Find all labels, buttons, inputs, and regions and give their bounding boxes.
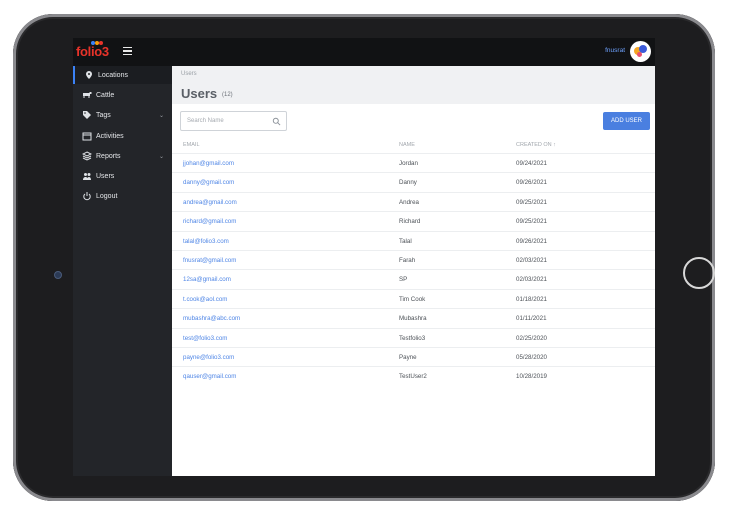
user-name-cell: Danny xyxy=(399,179,417,187)
search-icon[interactable] xyxy=(272,117,281,126)
user-name-cell: SP xyxy=(399,276,408,284)
user-email-cell[interactable]: mubashra@abc.com xyxy=(183,315,240,322)
tag-icon xyxy=(82,110,92,120)
user-email-cell[interactable]: test@folio3.com xyxy=(183,335,227,342)
logo: folio3 xyxy=(76,44,109,59)
cattle-icon xyxy=(82,90,92,100)
sidebar-item-label: Activities xyxy=(96,132,124,140)
home-button[interactable] xyxy=(683,257,715,289)
table-row[interactable]: talal@folio3.com Talal 09/26/2021 xyxy=(172,230,655,250)
search-input[interactable]: Search Name xyxy=(180,111,287,131)
user-email-cell[interactable]: danny@gmail.com xyxy=(183,179,234,186)
location-pin-icon xyxy=(84,70,94,80)
table-row[interactable]: test@folio3.com Testfolio3 02/25/2020 xyxy=(172,327,655,347)
created-date-cell: 02/03/2021 xyxy=(516,257,547,264)
column-header-email[interactable]: EMAIL xyxy=(183,142,200,148)
search-placeholder: Search Name xyxy=(187,118,224,124)
user-name-cell: Payne xyxy=(399,354,417,361)
layers-icon xyxy=(81,151,93,161)
user-name-cell: Richard xyxy=(399,218,421,226)
breadcrumb[interactable]: Users xyxy=(181,71,197,77)
user-name[interactable]: fnusrat xyxy=(605,47,625,54)
created-date-cell: 09/25/2021 xyxy=(516,198,547,206)
user-name-cell: TestUser2 xyxy=(399,373,427,381)
user-email-cell[interactable]: jjohan@gmail.com xyxy=(183,160,234,167)
table-row[interactable]: jjohan@gmail.com Jordan 09/24/2021 xyxy=(172,153,655,172)
power-icon xyxy=(82,191,92,201)
user-email-cell[interactable]: talal@folio3.com xyxy=(183,238,229,245)
user-email-cell[interactable]: payne@folio3.com xyxy=(183,354,234,361)
user-name-cell: Testfolio3 xyxy=(399,334,426,342)
hamburger-menu-icon[interactable] xyxy=(123,47,132,56)
sidebar-item-users[interactable]: Users xyxy=(73,167,172,185)
avatar[interactable] xyxy=(630,41,651,62)
created-date-cell: 10/28/2019 xyxy=(516,373,547,381)
sidebar-item-reports[interactable]: Reports ⌄ xyxy=(73,147,172,165)
created-date-cell: 02/03/2021 xyxy=(516,276,547,284)
sidebar-item-label: Reports xyxy=(96,152,121,160)
table-row[interactable]: richard@gmail.com Richard 09/25/2021 xyxy=(172,211,655,230)
sidebar-item-label: Logout xyxy=(96,192,118,200)
page-title: Users xyxy=(181,86,218,101)
users-icon xyxy=(82,171,92,181)
top-bar: folio3 fnusrat xyxy=(73,38,655,66)
sidebar-item-logout[interactable]: Logout xyxy=(73,187,172,205)
user-name-cell: Andrea xyxy=(399,198,419,206)
chevron-down-icon[interactable]: ⌄ xyxy=(159,153,164,160)
sidebar-item-label: Locations xyxy=(98,71,128,79)
created-date-cell: 01/18/2021 xyxy=(516,295,547,303)
column-header-name[interactable]: NAME xyxy=(399,142,415,148)
sidebar-item-cattle[interactable]: Cattle xyxy=(73,86,172,104)
sidebar-item-tags[interactable]: Tags ⌄ xyxy=(73,106,172,124)
sidebar-item-locations[interactable]: Locations xyxy=(73,66,172,84)
created-date-cell: 09/25/2021 xyxy=(516,218,547,226)
user-email-cell[interactable]: richard@gmail.com xyxy=(183,218,236,225)
user-email-cell[interactable]: fnusrat@gmail.com xyxy=(183,257,236,264)
user-email-cell[interactable]: 12sa@gmail.com xyxy=(183,276,231,283)
table-row[interactable]: andrea@gmail.com Andrea 09/25/2021 xyxy=(172,191,655,211)
created-date-cell: 09/24/2021 xyxy=(516,160,547,167)
user-name-cell: Tim Cook xyxy=(399,295,426,303)
created-date-cell: 09/26/2021 xyxy=(516,237,547,245)
user-email-cell[interactable]: andrea@gmail.com xyxy=(183,199,237,206)
table-row[interactable]: fnusrat@gmail.com Farah 02/03/2021 xyxy=(172,250,655,269)
sidebar: Locations Cattle Tags ⌄ Activities Repor… xyxy=(73,66,172,476)
sidebar-item-activities[interactable]: Activities xyxy=(73,127,172,145)
user-count-badge: (12) xyxy=(222,92,233,98)
user-email-cell[interactable]: t.cook@aol.com xyxy=(183,296,227,303)
created-date-cell: 02/25/2020 xyxy=(516,334,547,342)
add-user-button[interactable]: ADD USER xyxy=(603,112,650,130)
created-date-cell: 01/11/2021 xyxy=(516,315,547,323)
created-date-cell: 09/26/2021 xyxy=(516,179,547,187)
table-row[interactable]: t.cook@aol.com Tim Cook 01/18/2021 xyxy=(172,288,655,308)
table-row[interactable]: 12sa@gmail.com SP 02/03/2021 xyxy=(172,269,655,288)
sidebar-item-label: Tags xyxy=(96,111,111,119)
user-name-cell: Talal xyxy=(399,237,412,245)
sidebar-item-label: Users xyxy=(96,172,115,180)
camera-icon xyxy=(54,271,62,279)
created-date-cell: 05/28/2020 xyxy=(516,354,547,361)
page-header: Users Users (12) xyxy=(172,66,655,104)
table-row[interactable]: payne@folio3.com Payne 05/28/2020 xyxy=(172,347,655,366)
user-name-cell: Jordan xyxy=(399,160,418,167)
column-header-created[interactable]: CREATED ON ↑ xyxy=(516,142,556,148)
table-row[interactable]: qauser@gmail.com TestUser2 10/28/2019 xyxy=(172,366,655,385)
table-row[interactable]: mubashra@abc.com Mubashra 01/11/2021 xyxy=(172,308,655,327)
user-name-cell: Farah xyxy=(399,257,416,264)
main-content: Users Users (12) Search Name ADD USER EM… xyxy=(172,66,655,476)
calendar-icon xyxy=(82,131,92,141)
chevron-down-icon[interactable]: ⌄ xyxy=(159,112,164,119)
sidebar-item-label: Cattle xyxy=(96,91,115,99)
user-email-cell[interactable]: qauser@gmail.com xyxy=(183,373,236,380)
app-screen: folio3 fnusrat Locations Cattle Tags ⌄ A… xyxy=(73,38,655,476)
user-name-cell: Mubashra xyxy=(399,315,427,323)
logo-dots xyxy=(91,41,103,46)
table-row[interactable]: danny@gmail.com Danny 09/26/2021 xyxy=(172,172,655,191)
